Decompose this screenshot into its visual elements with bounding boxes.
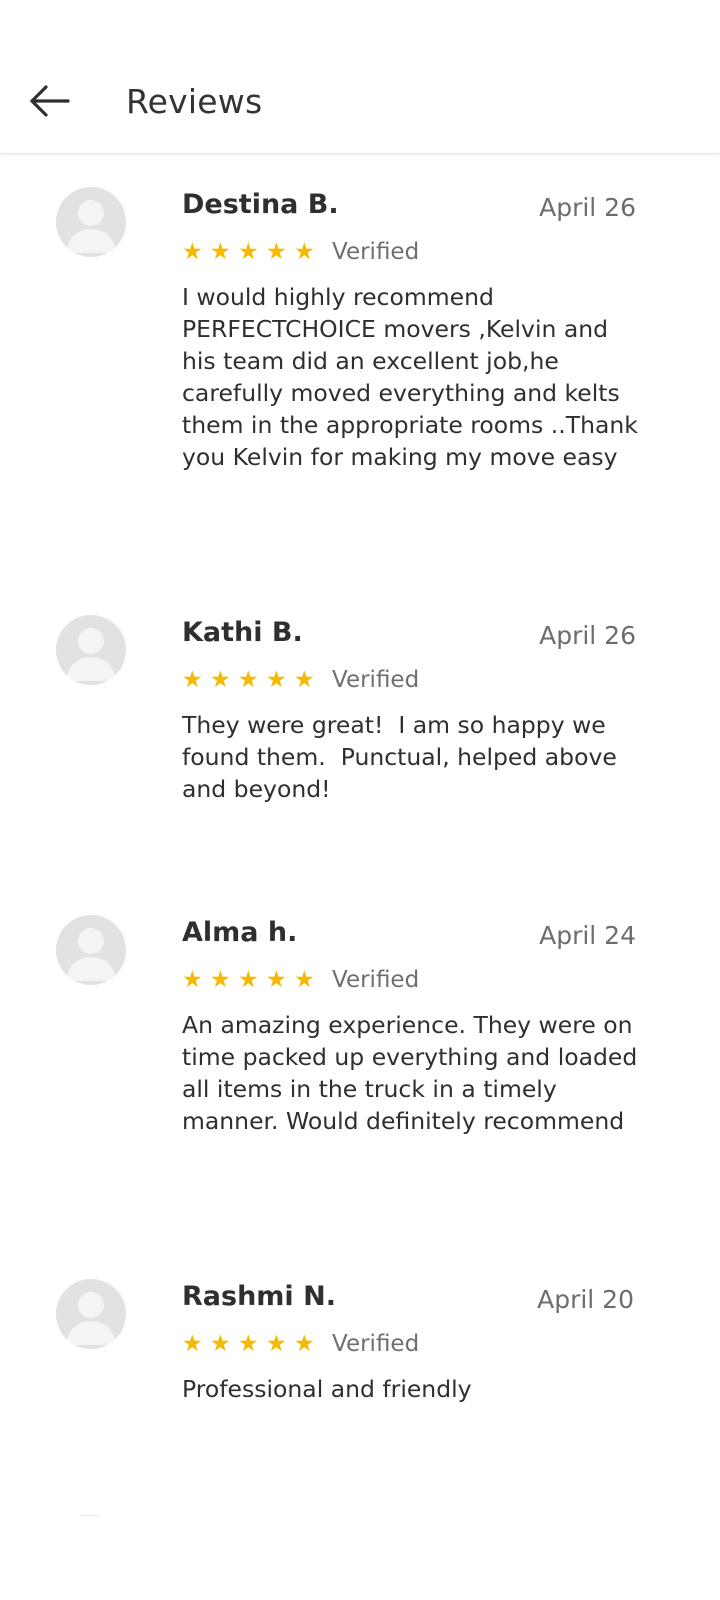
star-icon: ★ — [238, 967, 259, 993]
status-bar — [0, 0, 720, 48]
verified-label: Verified — [332, 239, 420, 265]
reviewer-name: Alma h. — [182, 917, 298, 948]
verified-label: Verified — [332, 1331, 420, 1357]
review-text: Professional and friendly — [182, 1375, 472, 1403]
verified-label: Verified — [332, 967, 420, 993]
star-icon: ★ — [266, 967, 287, 993]
review-text: An amazing experience. They were on time… — [182, 1011, 645, 1135]
star-icon: ★ — [210, 967, 231, 993]
star-rating: ★ ★ ★ ★ ★ Verified — [182, 967, 419, 993]
star-icon: ★ — [294, 239, 315, 265]
review-date: April 26 — [539, 621, 636, 650]
star-icon: ★ — [238, 1331, 259, 1357]
star-icon: ★ — [238, 667, 259, 693]
star-icon: ★ — [238, 239, 259, 265]
back-button[interactable] — [22, 77, 76, 125]
review-date: April 26 — [539, 193, 636, 222]
star-icon: ★ — [294, 1331, 315, 1357]
list-divider — [80, 1515, 100, 1516]
star-icon: ★ — [182, 239, 203, 265]
avatar — [56, 615, 126, 685]
star-icon: ★ — [210, 1331, 231, 1357]
user-placeholder-icon — [56, 915, 126, 985]
star-icon: ★ — [210, 667, 231, 693]
star-icon: ★ — [182, 667, 203, 693]
review-date: April 20 — [537, 1285, 634, 1314]
arrow-left-icon — [30, 85, 70, 117]
star-rating: ★ ★ ★ ★ ★ Verified — [182, 1331, 419, 1357]
reviews-list[interactable]: Destina B. April 26 ★ ★ ★ ★ ★ Verified I… — [0, 155, 720, 1600]
star-rating: ★ ★ ★ ★ ★ Verified — [182, 239, 419, 265]
review-text: I would highly recommend PERFECTCHOICE m… — [182, 283, 646, 471]
avatar — [56, 1279, 126, 1349]
star-icon: ★ — [266, 667, 287, 693]
star-rating: ★ ★ ★ ★ ★ Verified — [182, 667, 419, 693]
star-icon: ★ — [294, 967, 315, 993]
star-icon: ★ — [182, 1331, 203, 1357]
star-icon: ★ — [266, 1331, 287, 1357]
reviewer-name: Rashmi N. — [182, 1281, 336, 1312]
user-placeholder-icon — [56, 1279, 126, 1349]
star-icon: ★ — [266, 239, 287, 265]
star-icon: ★ — [294, 667, 315, 693]
review-text: They were great! I am so happy we found … — [182, 711, 625, 803]
avatar — [56, 915, 126, 985]
page-title: Reviews — [126, 82, 263, 121]
app-bar: Reviews — [0, 48, 720, 154]
avatar — [56, 187, 126, 257]
reviewer-name: Destina B. — [182, 189, 339, 220]
star-icon: ★ — [210, 239, 231, 265]
review-date: April 24 — [539, 921, 636, 950]
star-icon: ★ — [182, 967, 203, 993]
user-placeholder-icon — [56, 615, 126, 685]
verified-label: Verified — [332, 667, 420, 693]
reviewer-name: Kathi B. — [182, 617, 303, 648]
user-placeholder-icon — [56, 187, 126, 257]
